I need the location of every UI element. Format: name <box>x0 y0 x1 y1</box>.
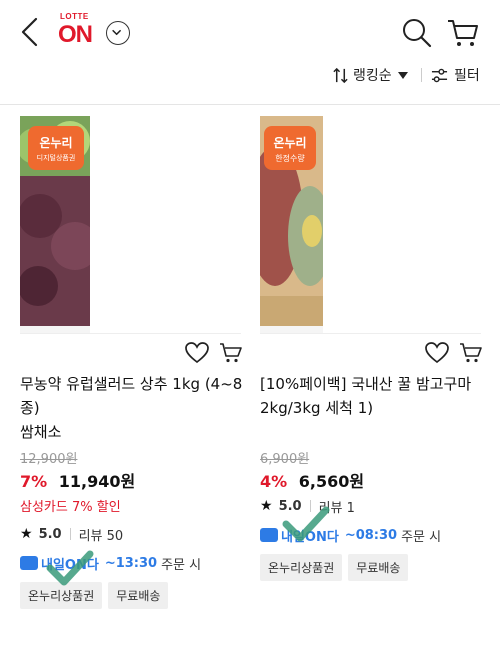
tag: 온누리상품권 <box>260 554 343 581</box>
onnuri-badge: 온누리 한정수량 <box>264 126 316 170</box>
original-price: 6,900원 <box>260 452 310 467</box>
card-actions <box>260 334 485 370</box>
badge-sub-text: 한정수량 <box>275 154 305 163</box>
product-card[interactable]: 온누리 디지털상품권 무농약 유럽샐러드 상추 1kg (4~8종) 쌈채소 1… <box>20 116 245 609</box>
badge-main-text: 온누리 <box>39 136 73 150</box>
product-image[interactable]: 온누리 한정수량 <box>260 116 481 334</box>
rating-value: 5.0 <box>38 526 62 542</box>
badge-sub-text: 디지털상품권 <box>36 154 76 162</box>
product-name: 무농약 유럽샐러드 상추 1kg (4~8종) <box>20 375 243 417</box>
product-name: [10%페이백] 국내산 꿀 밤고구마 2kg/3kg 세척 1) <box>260 375 472 417</box>
lotte-on-logo[interactable]: LOTTE ON <box>56 12 100 48</box>
tag-list: 온누리상품권 무료배송 <box>260 554 485 581</box>
logo-dropdown-button[interactable] <box>106 21 130 45</box>
divider <box>421 68 422 82</box>
star-icon: ★ <box>20 526 33 542</box>
sale-price: 6,560원 <box>298 472 365 491</box>
sort-filter-bar: 랭킹순 필터 <box>0 60 500 90</box>
delivery-row: 내일ON다 ~13:30 주문 시 <box>20 550 245 586</box>
cart-icon[interactable] <box>446 16 480 50</box>
truck-icon <box>20 556 38 570</box>
product-image[interactable]: 온누리 디지털상품권 <box>20 116 241 334</box>
checkmark-icon <box>46 550 94 586</box>
delivery-order-text: 주문 시 <box>161 557 202 573</box>
divider <box>69 528 71 540</box>
delivery-order-text: 주문 시 <box>401 529 442 545</box>
image-blank-area <box>90 116 241 333</box>
review-count: 리뷰 50 <box>78 528 124 544</box>
chevron-down-icon <box>112 29 121 36</box>
onnuri-badge: 온누리 디지털상품권 <box>28 126 84 170</box>
truck-icon <box>260 528 278 542</box>
sale-price: 11,940원 <box>58 472 136 491</box>
product-card[interactable]: 온누리 한정수량 [10%페이백] 국내산 꿀 밤고구마 2kg/3kg 세척 … <box>260 116 485 581</box>
logo-top-text: LOTTE <box>60 12 89 21</box>
caret-down-icon <box>397 71 408 79</box>
sort-label: 랭킹순 <box>353 68 392 84</box>
sort-arrows-icon <box>333 67 348 83</box>
original-price: 12,900원 <box>20 452 78 467</box>
star-icon: ★ <box>260 498 273 514</box>
heart-icon[interactable] <box>185 342 209 364</box>
image-blank-area <box>323 116 481 333</box>
rating-row: ★ 5.0 리뷰 50 <box>20 524 245 544</box>
product-seller: 쌈채소 <box>20 423 62 441</box>
card-actions <box>20 334 245 370</box>
top-header: LOTTE ON <box>0 0 500 64</box>
discount-rate: 4% <box>260 472 288 491</box>
sort-dropdown[interactable]: 랭킹순 <box>332 64 408 86</box>
product-title[interactable]: 무농약 유럽샐러드 상추 1kg (4~8종) 쌈채소 <box>20 372 245 444</box>
filter-button[interactable]: 필터 <box>431 64 480 86</box>
delivery-time: ~13:30 <box>104 555 158 571</box>
product-title[interactable]: [10%페이백] 국내산 꿀 밤고구마 2kg/3kg 세척 1) <box>260 372 485 444</box>
price-line: 7% 11,940원 <box>20 468 245 492</box>
badge-main-text: 온누리 <box>273 136 307 150</box>
heart-icon[interactable] <box>425 342 449 364</box>
delivery-row: 내일ON다 ~08:30 주문 시 <box>260 506 485 546</box>
discount-rate: 7% <box>20 472 48 491</box>
add-to-cart-icon[interactable] <box>219 342 243 364</box>
divider <box>0 104 500 105</box>
tag: 무료배송 <box>348 554 409 581</box>
card-discount: 삼성카드 7% 할인 <box>20 500 121 515</box>
back-arrow-icon[interactable] <box>16 16 44 48</box>
filter-label: 필터 <box>454 68 480 84</box>
logo-main-text: ON <box>58 21 93 48</box>
checkmark-icon <box>282 506 330 542</box>
add-to-cart-icon[interactable] <box>459 342 483 364</box>
tag: 무료배송 <box>108 582 169 609</box>
delivery-time: ~08:30 <box>344 527 398 543</box>
search-icon[interactable] <box>400 16 434 50</box>
filter-sliders-icon <box>431 68 448 82</box>
price-line: 4% 6,560원 <box>260 468 485 492</box>
